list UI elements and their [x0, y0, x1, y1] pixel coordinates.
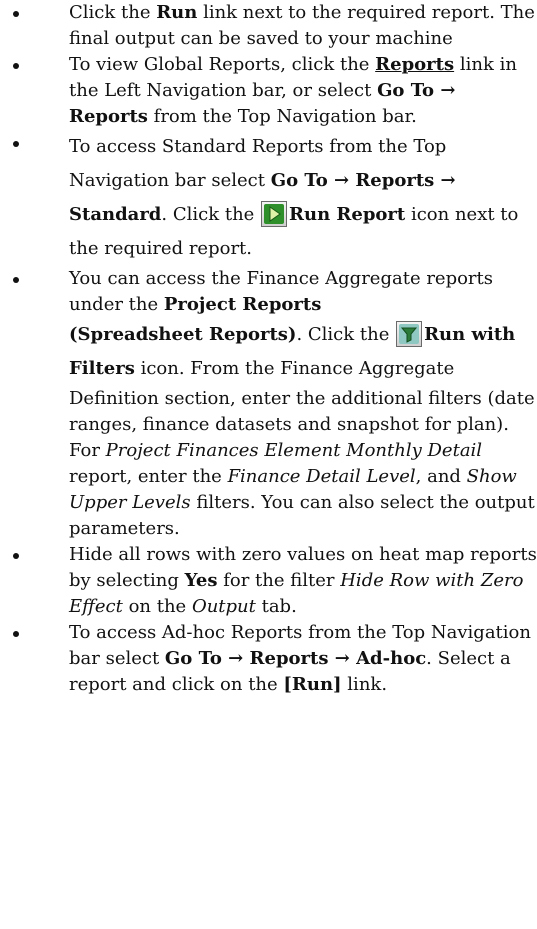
standard-term: Standard — [69, 204, 162, 225]
arrow: → — [327, 170, 356, 191]
text: , and — [415, 466, 467, 487]
arrow: → — [328, 648, 357, 669]
document-page: Click the Run link next to the required … — [0, 0, 537, 929]
spreadsheet-reports-term: (Spreadsheet Reports) — [69, 324, 297, 345]
run-link-term: [Run] — [283, 674, 342, 695]
filter-name: Finance Detail Level — [227, 466, 416, 487]
text: report, enter the — [69, 466, 228, 487]
report-name: Project Finances Element Monthly Detail — [105, 440, 483, 461]
text: tab. — [255, 596, 297, 617]
reports-link[interactable]: Reports — [375, 54, 454, 75]
reports-term: Reports — [69, 106, 148, 127]
text: Click the — [69, 2, 157, 23]
bullet-list: Click the Run link next to the required … — [0, 0, 537, 698]
text: . Click the — [161, 204, 261, 225]
go-to-term: Go To — [164, 648, 222, 669]
text: for the filter — [217, 570, 341, 591]
list-item: To view Global Reports, click the Report… — [0, 52, 537, 130]
run-report-icon — [261, 201, 288, 227]
text: on the — [122, 596, 192, 617]
project-reports-term: Project Reports — [163, 294, 322, 315]
text: . Click the — [296, 324, 396, 345]
list-item: Hide all rows with zero values on heat m… — [0, 542, 537, 620]
arrow: → — [434, 80, 456, 101]
run-with-filters-icon — [396, 321, 423, 347]
text: link. — [341, 674, 388, 695]
text: from the Top Navigation bar. — [147, 106, 417, 127]
go-to-term: Go To — [377, 80, 435, 101]
reports-term: Reports — [355, 170, 435, 191]
list-item: You can access the Finance Aggregate rep… — [0, 266, 537, 542]
ad-hoc-term: Ad-hoc — [356, 648, 427, 669]
tab-name: Output — [191, 596, 256, 617]
run-term: Run — [156, 2, 198, 23]
list-item: To access Standard Reports from the Top … — [0, 130, 537, 266]
arrow: → — [221, 648, 250, 669]
arrow: → — [434, 170, 456, 191]
reports-term: Reports — [249, 648, 329, 669]
go-to-term: Go To — [270, 170, 328, 191]
text: To view Global Reports, click the — [69, 54, 376, 75]
list-item: Click the Run link next to the required … — [0, 0, 537, 52]
list-item: To access Ad-hoc Reports from the Top Na… — [0, 620, 537, 698]
yes-term: Yes — [184, 570, 218, 591]
run-report-term: Run Report — [289, 204, 406, 225]
